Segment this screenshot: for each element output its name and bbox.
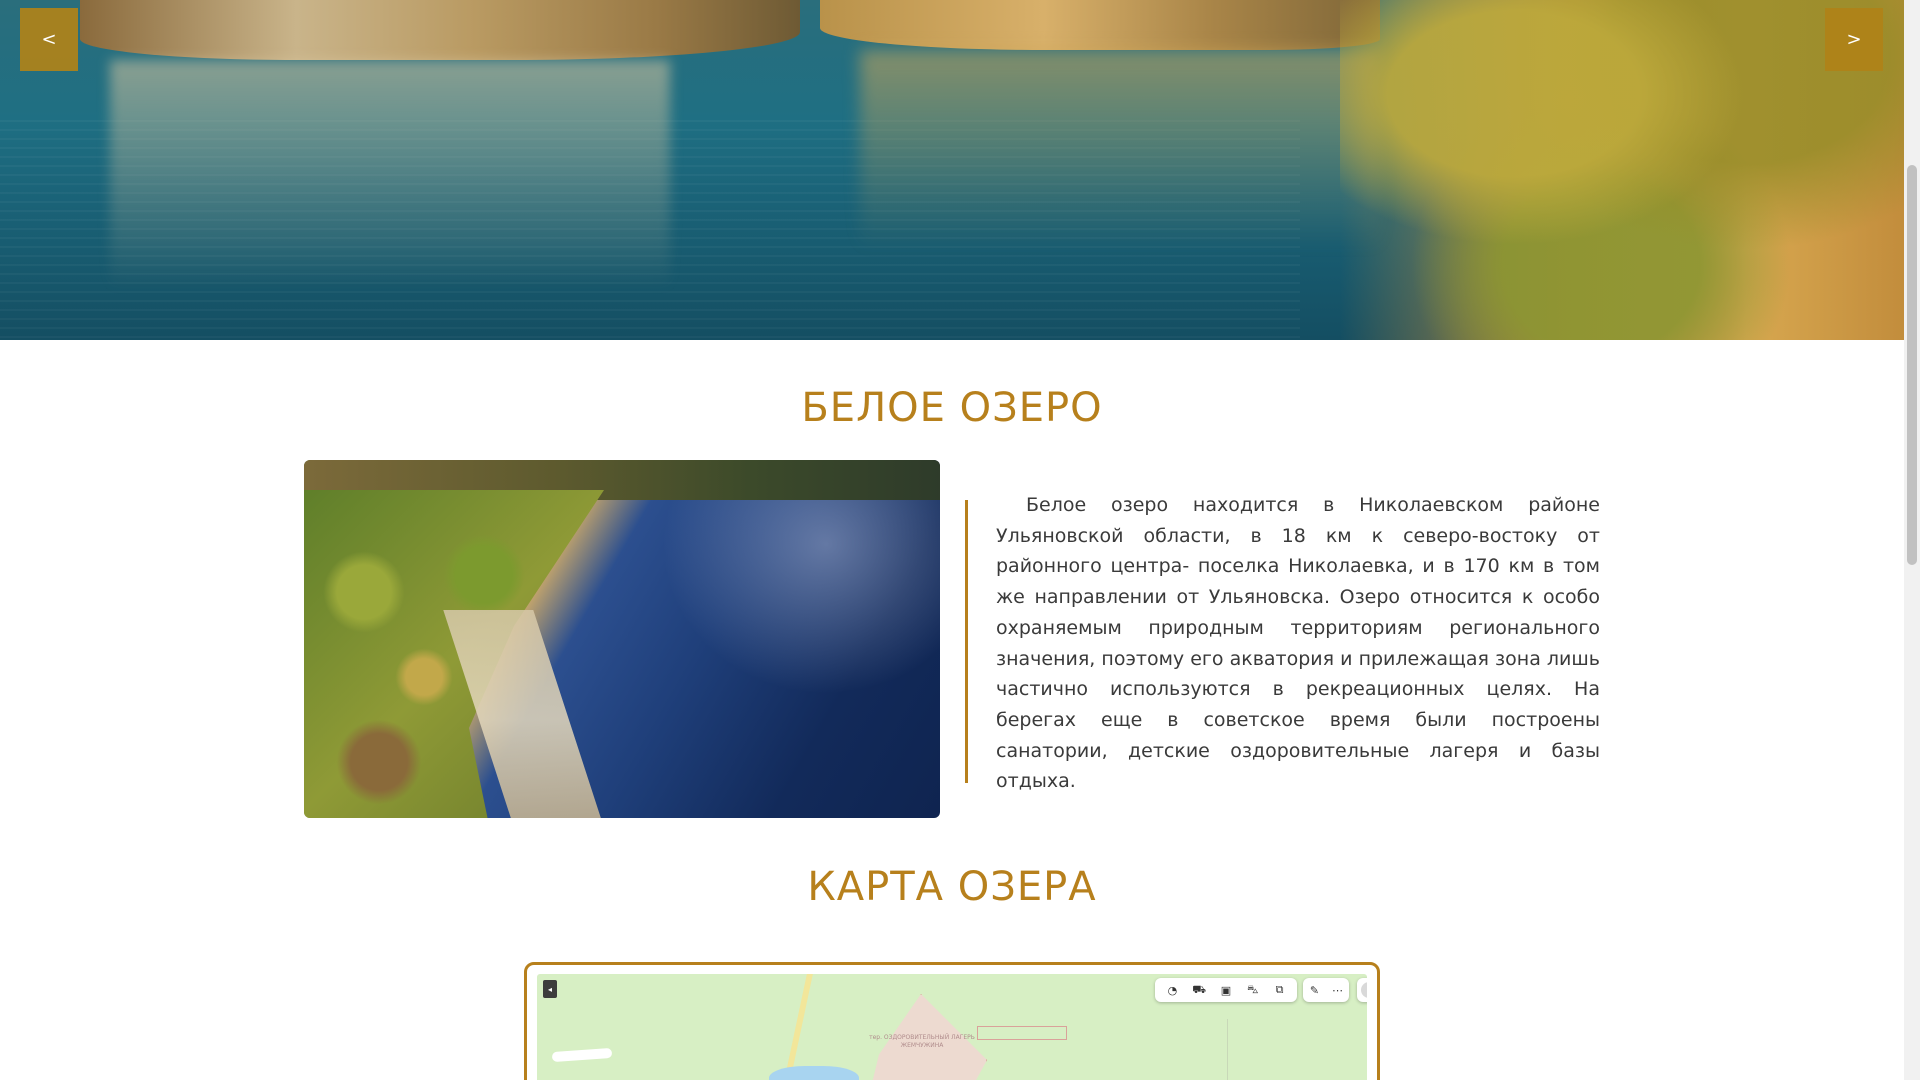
map-path: [1227, 1019, 1228, 1080]
map-ruler-icon[interactable]: ✎: [1306, 980, 1324, 1000]
map-frame: тер. ОЗДОРОВИТЕЛЬНЫЙ ЛАГЕРЬ ЖЕМЧУЖИНА ◂ …: [524, 962, 1380, 1080]
hero-slider: < >: [0, 0, 1904, 340]
map-bus-icon[interactable]: ⛍: [1243, 980, 1263, 1000]
lake-description: Белое озеро находится в Николаевском рай…: [996, 494, 1600, 793]
map-layers-toolbar: ◔ ⛟ ▣ ⛍ ⧉: [1155, 978, 1297, 1002]
map-layers-icon[interactable]: ⧉: [1270, 980, 1290, 1000]
map-collapse-button[interactable]: ◂: [543, 980, 557, 998]
map-fence: [977, 1026, 1067, 1040]
hero-cliffs: [80, 0, 800, 60]
hero-reflection-left: [110, 60, 670, 290]
lake-photo: [304, 460, 940, 818]
hero-tree: [1340, 0, 1904, 340]
map-tools-toolbar: ✎ ⋯: [1303, 978, 1349, 1002]
map-camp-label: тер. ОЗДОРОВИТЕЛЬНЫЙ ЛАГЕРЬ ЖЕМЧУЖИНА: [869, 1034, 975, 1049]
map-profile-button[interactable]: [1357, 978, 1367, 1002]
page-scrollbar[interactable]: [1904, 0, 1920, 1080]
map-section-title: КАРТА ОЗЕРА: [807, 864, 1097, 910]
map-road: [777, 974, 813, 1080]
slider-next-button[interactable]: >: [1825, 8, 1883, 71]
hero-reflection-mid: [860, 50, 1380, 250]
avatar: [1361, 982, 1367, 998]
lake-section-title: БЕЛОЕ ОЗЕРО: [801, 385, 1103, 431]
map-water: [769, 1066, 859, 1080]
hero-shore: [820, 0, 1380, 50]
map-canvas[interactable]: тер. ОЗДОРОВИТЕЛЬНЫЙ ЛАГЕРЬ ЖЕМЧУЖИНА ◂ …: [537, 974, 1367, 1080]
map-traffic-icon[interactable]: ◔: [1162, 980, 1182, 1000]
map-more-icon[interactable]: ⋯: [1329, 980, 1347, 1000]
photo-water-shine: [634, 500, 940, 720]
scrollbar-thumb[interactable]: [1907, 165, 1917, 565]
slider-prev-button[interactable]: <: [20, 8, 78, 71]
map-panorama-icon[interactable]: ▣: [1216, 980, 1236, 1000]
map-transport-icon[interactable]: ⛟: [1189, 980, 1209, 1000]
map-patch: [551, 1047, 613, 1063]
text-accent-bar: [965, 500, 968, 783]
